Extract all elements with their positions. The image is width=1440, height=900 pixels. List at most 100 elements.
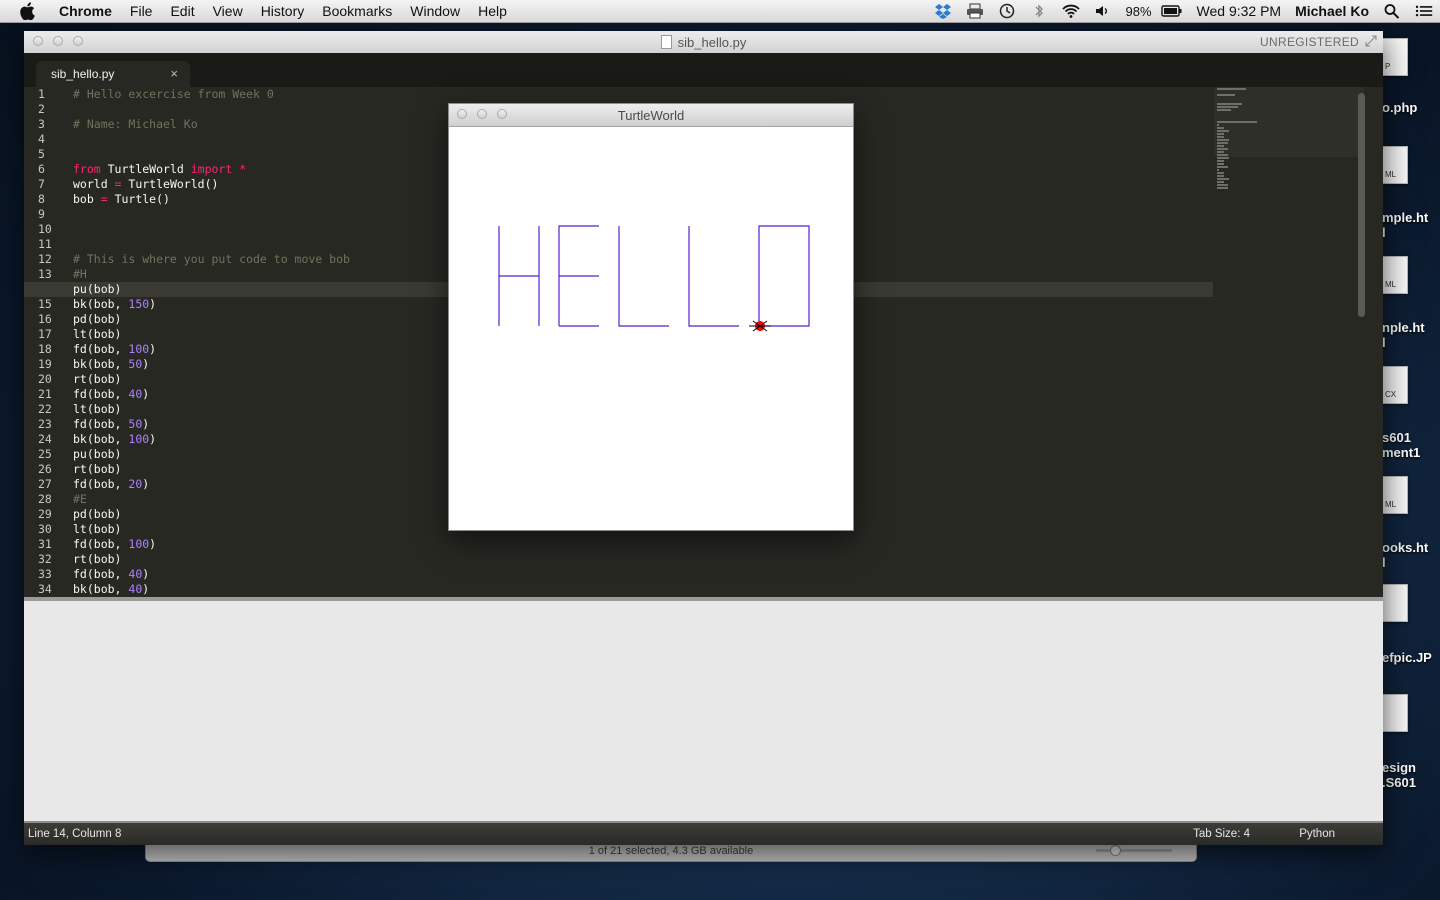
letter-o	[758, 225, 810, 327]
document-icon: ML	[1380, 476, 1408, 514]
desktop-file-5[interactable]: ML ooks.ht l	[1380, 476, 1440, 572]
code-token: bk(bob,	[73, 357, 129, 371]
desktop-file-6[interactable]: efpic.JP	[1380, 584, 1440, 680]
console-panel[interactable]	[24, 597, 1383, 821]
clock[interactable]: Wed 9:32 PM	[1190, 3, 1289, 19]
letter-l-2	[688, 226, 739, 327]
tab-sib-hello[interactable]: sib_hello.py ×	[36, 61, 190, 87]
desktop-file-2[interactable]: ML mple.ht l	[1380, 146, 1440, 242]
syntax-selector[interactable]: Python	[1299, 828, 1335, 840]
code-line[interactable]: fd(bob, 40)	[73, 567, 1213, 582]
line-number: 18	[38, 342, 52, 356]
time-machine-icon[interactable]	[991, 3, 1023, 19]
line-number: 27	[38, 477, 52, 491]
menu-view[interactable]: View	[204, 3, 252, 19]
spotlight-search-icon[interactable]	[1376, 3, 1408, 19]
close-tab-icon[interactable]: ×	[170, 66, 178, 81]
code-token: *	[239, 162, 247, 176]
code-token: #E	[73, 492, 87, 506]
code-token: bk(bob,	[73, 582, 129, 596]
minimap[interactable]	[1214, 87, 1364, 189]
wifi-icon[interactable]	[1055, 3, 1087, 19]
window-title: sib_hello.py	[24, 35, 1383, 50]
line-number: 6	[38, 162, 45, 176]
code-token: 50	[128, 357, 143, 371]
battery-percent[interactable]: 98%	[1119, 4, 1154, 19]
code-line[interactable]: fd(bob, 100)	[73, 537, 1213, 552]
desktop-file-label: nple.ht	[1382, 320, 1425, 335]
line-number: 20	[38, 372, 52, 386]
menu-window[interactable]: Window	[401, 3, 469, 19]
line-number: 17	[38, 327, 52, 341]
line-number: 12	[38, 252, 52, 266]
desktop-file-4[interactable]: CX s601 ment1	[1380, 366, 1440, 462]
code-line[interactable]: bk(bob, 40)	[73, 582, 1213, 597]
bluetooth-icon[interactable]	[1023, 3, 1055, 19]
code-token: bk(bob,	[73, 297, 129, 311]
code-token: )	[142, 357, 150, 371]
minimap-line	[1217, 142, 1228, 144]
file-proxy-icon[interactable]	[660, 35, 672, 49]
tab-size-selector[interactable]: Tab Size: 4	[1193, 828, 1250, 840]
turtle-icon	[749, 320, 771, 332]
line-number: 25	[38, 447, 52, 461]
desktop-file-label: efpic.JP	[1382, 650, 1432, 665]
turtle-canvas[interactable]	[449, 126, 853, 530]
minimap-line	[1217, 157, 1229, 159]
menu-bookmarks[interactable]: Bookmarks	[313, 3, 401, 19]
slider-knob[interactable]	[1110, 845, 1121, 856]
desktop-file-1[interactable]: P o.php	[1380, 38, 1440, 124]
code-token: 20	[128, 477, 143, 491]
notification-center-icon[interactable]	[1408, 3, 1440, 19]
code-token: 100	[128, 537, 150, 551]
minimap-line	[1217, 109, 1231, 111]
minimap-line	[1217, 154, 1228, 156]
menu-bar: Chrome File Edit View History Bookmarks …	[0, 0, 1440, 23]
cursor-position: Line 14, Column 8	[28, 828, 122, 840]
code-token: fd(bob,	[73, 537, 129, 551]
desktop-file-label: ooks.ht	[1382, 540, 1429, 555]
letter-l-1	[618, 226, 669, 327]
code-token: fd(bob,	[73, 477, 129, 491]
code-token: rt(bob)	[73, 372, 122, 386]
desktop-file-7[interactable]: esign .S601	[1380, 694, 1440, 790]
code-token: 150	[128, 297, 150, 311]
battery-icon[interactable]	[1154, 4, 1190, 18]
line-number: 32	[38, 552, 52, 566]
minimap-line	[1217, 94, 1235, 96]
icon-size-slider[interactable]	[1096, 845, 1172, 856]
editor-titlebar[interactable]: sib_hello.py UNREGISTERED	[24, 31, 1383, 54]
line-number: 3	[38, 117, 45, 131]
code-token: # Hello excercise from Week 0	[73, 87, 274, 101]
minimap-line	[1217, 127, 1224, 129]
minimap-line	[1217, 163, 1224, 165]
line-number: 5	[38, 147, 45, 161]
desktop-file-3[interactable]: ML nple.ht l	[1380, 256, 1440, 352]
code-token: import	[190, 162, 233, 176]
apple-menu-icon[interactable]	[18, 2, 36, 20]
code-line[interactable]: rt(bob)	[73, 552, 1213, 567]
code-token: 100	[128, 432, 150, 446]
line-number: 4	[38, 132, 45, 146]
dropbox-icon[interactable]	[927, 3, 959, 19]
menu-help[interactable]: Help	[469, 3, 516, 19]
code-token: 40	[128, 567, 143, 581]
fullscreen-icon[interactable]	[1365, 35, 1377, 47]
menu-edit[interactable]: Edit	[161, 3, 203, 19]
printer-icon[interactable]	[959, 3, 991, 19]
line-number: 24	[38, 432, 52, 446]
line-number: 8	[38, 192, 45, 206]
user-menu[interactable]: Michael Ko	[1288, 3, 1376, 19]
menu-file[interactable]: File	[121, 3, 162, 19]
volume-icon[interactable]	[1087, 3, 1119, 19]
minimap-line	[1217, 130, 1229, 132]
code-line[interactable]: # Hello excercise from Week 0	[73, 87, 1213, 102]
document-icon	[1380, 694, 1408, 732]
vertical-scrollbar[interactable]	[1358, 93, 1365, 317]
minimap-line	[1217, 172, 1224, 174]
code-token: TurtleWorld()	[121, 177, 219, 191]
menu-history[interactable]: History	[252, 3, 314, 19]
line-number: 31	[38, 537, 52, 551]
turtleworld-titlebar[interactable]: TurtleWorld	[449, 104, 853, 127]
app-menu-chrome[interactable]: Chrome	[50, 3, 121, 19]
